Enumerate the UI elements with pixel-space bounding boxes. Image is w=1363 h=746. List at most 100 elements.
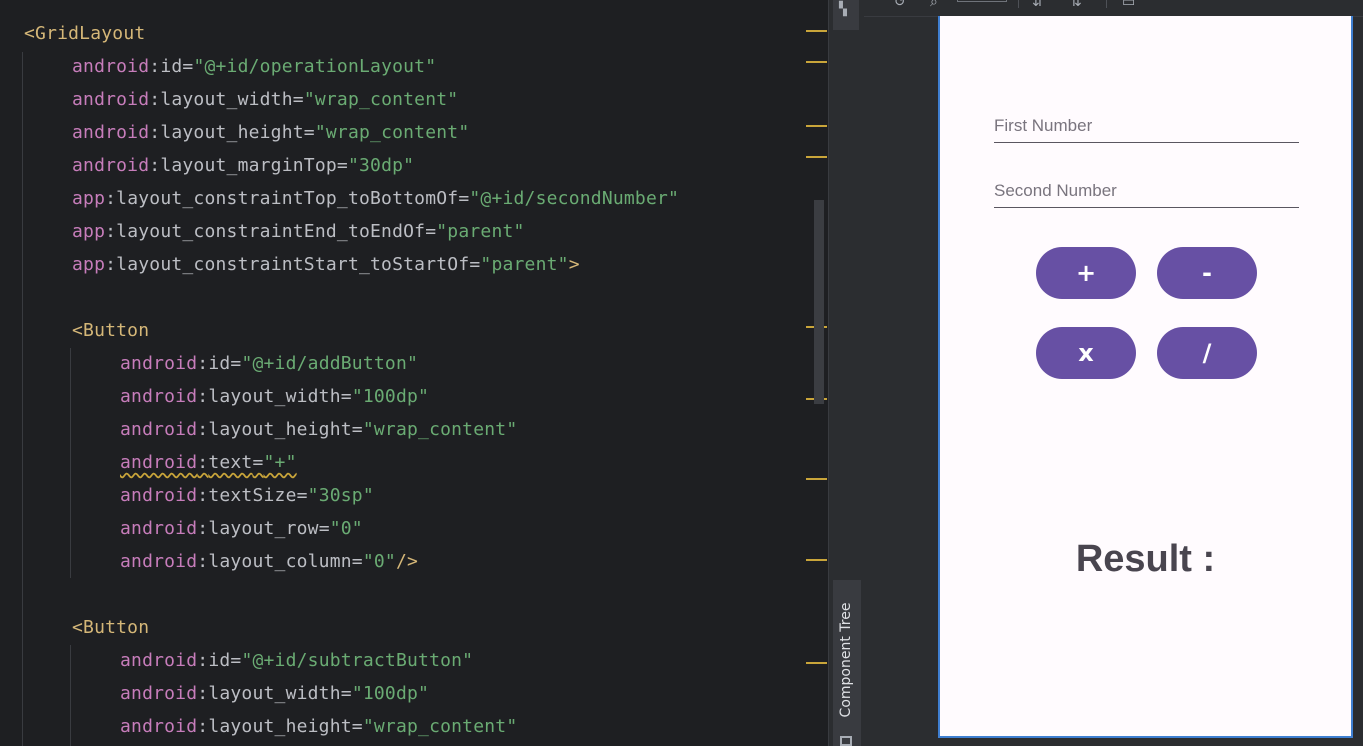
code-token: : xyxy=(105,254,117,275)
align-icon[interactable]: ⇵ xyxy=(1032,0,1044,10)
code-line[interactable]: android:id="@+id/subtractButton" xyxy=(120,644,473,677)
code-token: android xyxy=(120,551,198,572)
multiply-button[interactable]: x xyxy=(1036,327,1136,379)
code-token: : xyxy=(197,716,209,737)
first-number-field[interactable] xyxy=(994,112,1299,143)
code-token: "0" xyxy=(362,551,396,572)
indent-guide xyxy=(22,52,23,746)
guidelines-icon[interactable]: ▭ xyxy=(1122,0,1135,10)
layout-preview[interactable]: + - x / Result : xyxy=(938,16,1353,738)
component-tree-icon xyxy=(840,736,852,746)
code-token: = xyxy=(458,188,470,209)
code-line[interactable]: android:textSize="30sp" xyxy=(120,479,374,512)
zoom-icon[interactable]: ⌕ xyxy=(930,0,938,10)
code-token: app xyxy=(72,188,106,209)
code-token: layout_width xyxy=(208,386,341,407)
subtract-button[interactable]: - xyxy=(1157,247,1257,299)
code-token: text xyxy=(208,452,253,473)
code-line[interactable]: android:layout_height="wrap_content" xyxy=(120,710,517,743)
code-token: "wrap_content" xyxy=(314,122,470,143)
code-line[interactable]: android:layout_width="wrap_content" xyxy=(72,83,458,116)
code-line[interactable]: android:layout_marginTop="30dp" xyxy=(72,149,414,182)
code-token: app xyxy=(72,254,106,275)
code-token: <GridLayout xyxy=(24,23,146,44)
code-line[interactable]: android:id="@+id/addButton" xyxy=(120,347,418,380)
code-token: <Button xyxy=(72,617,150,638)
code-token: layout_constraintEnd_toEndOf xyxy=(116,221,426,242)
code-line[interactable]: app:layout_constraintTop_toBottomOf="@+i… xyxy=(72,182,679,215)
first-number-input[interactable] xyxy=(994,112,1299,140)
code-token: layout_width xyxy=(160,89,293,110)
code-token: "@+id/secondNumber" xyxy=(469,188,680,209)
second-number-field[interactable] xyxy=(994,177,1299,208)
warning-marker[interactable] xyxy=(806,30,827,32)
code-token: = xyxy=(351,551,363,572)
palette-button[interactable]: ▚ xyxy=(833,0,859,30)
code-token: = xyxy=(351,716,363,737)
code-token: = xyxy=(318,518,330,539)
add-button[interactable]: + xyxy=(1036,247,1136,299)
orientation-icon[interactable]: ↺ xyxy=(894,0,906,10)
code-line[interactable]: android:layout_width="100dp" xyxy=(120,380,429,413)
code-line[interactable]: android:layout_column="0"/> xyxy=(120,545,418,578)
distribute-icon[interactable]: ⇅ xyxy=(1070,0,1082,10)
code-token: android xyxy=(72,122,150,143)
code-line[interactable]: android:layout_height="wrap_content" xyxy=(120,413,517,446)
component-tree-label: Component Tree xyxy=(838,602,854,718)
code-line[interactable]: app:layout_constraintStart_toStartOf="pa… xyxy=(72,248,580,281)
code-token: : xyxy=(197,452,209,473)
warning-marker[interactable] xyxy=(806,61,827,63)
code-token: layout_height xyxy=(208,419,352,440)
design-toolbar: ↺ ⌕ ⇵ ⇅ ▭ xyxy=(864,0,1363,17)
code-token: = xyxy=(182,56,194,77)
code-token: : xyxy=(149,155,161,176)
editor-scrollbar-thumb[interactable] xyxy=(814,200,824,404)
device-selector[interactable] xyxy=(957,0,1007,2)
code-token: android xyxy=(120,386,198,407)
code-token: "@+id/subtractButton" xyxy=(241,650,474,671)
code-line[interactable]: <GridLayout xyxy=(24,17,145,50)
warning-marker[interactable] xyxy=(806,125,827,127)
code-token: : xyxy=(105,188,117,209)
code-token: "+" xyxy=(263,452,297,473)
code-token: = xyxy=(296,485,308,506)
code-token: android xyxy=(120,683,198,704)
code-line[interactable]: android:layout_row="0" xyxy=(120,512,363,545)
toolbar-separator xyxy=(1018,0,1019,8)
warning-marker[interactable] xyxy=(806,478,827,480)
code-token: = xyxy=(292,89,304,110)
code-line[interactable]: android:layout_height="wrap_content" xyxy=(72,116,469,149)
code-token: "100dp" xyxy=(351,683,430,704)
code-token: "0" xyxy=(329,518,363,539)
second-number-input[interactable] xyxy=(994,177,1299,205)
warning-marker[interactable] xyxy=(806,559,827,561)
warning-marker[interactable] xyxy=(806,156,827,158)
code-token: > xyxy=(568,254,580,275)
code-token: = xyxy=(340,386,352,407)
code-token: "wrap_content" xyxy=(362,419,518,440)
code-line[interactable]: android:text="+" xyxy=(120,446,297,479)
code-token: = xyxy=(469,254,481,275)
code-token: layout_width xyxy=(208,683,341,704)
code-editor[interactable]: <GridLayout android:id="@+id/operationLay… xyxy=(0,0,806,746)
code-token: "wrap_content" xyxy=(362,716,518,737)
code-line[interactable]: android:id="@+id/operationLayout" xyxy=(72,50,436,83)
code-token: "30dp" xyxy=(347,155,415,176)
warning-marker[interactable] xyxy=(806,662,827,664)
code-line[interactable]: app:layout_constraintEnd_toEndOf="parent… xyxy=(72,215,525,248)
code-token: android xyxy=(120,485,198,506)
indent-guide xyxy=(70,645,71,746)
code-token: = xyxy=(230,650,242,671)
code-token: layout_row xyxy=(208,518,319,539)
design-tool-strip: ▚ Component Tree xyxy=(828,0,865,746)
component-tree-tab[interactable]: Component Tree xyxy=(833,580,861,746)
code-token: = xyxy=(351,419,363,440)
code-token: "30sp" xyxy=(307,485,374,506)
code-line[interactable]: <Button xyxy=(72,314,149,347)
code-token: android xyxy=(120,650,198,671)
code-line[interactable]: <Button xyxy=(72,611,149,644)
code-token: : xyxy=(105,221,117,242)
code-token: = xyxy=(230,353,242,374)
code-line[interactable]: android:layout_width="100dp" xyxy=(120,677,429,710)
divide-button[interactable]: / xyxy=(1157,327,1257,379)
